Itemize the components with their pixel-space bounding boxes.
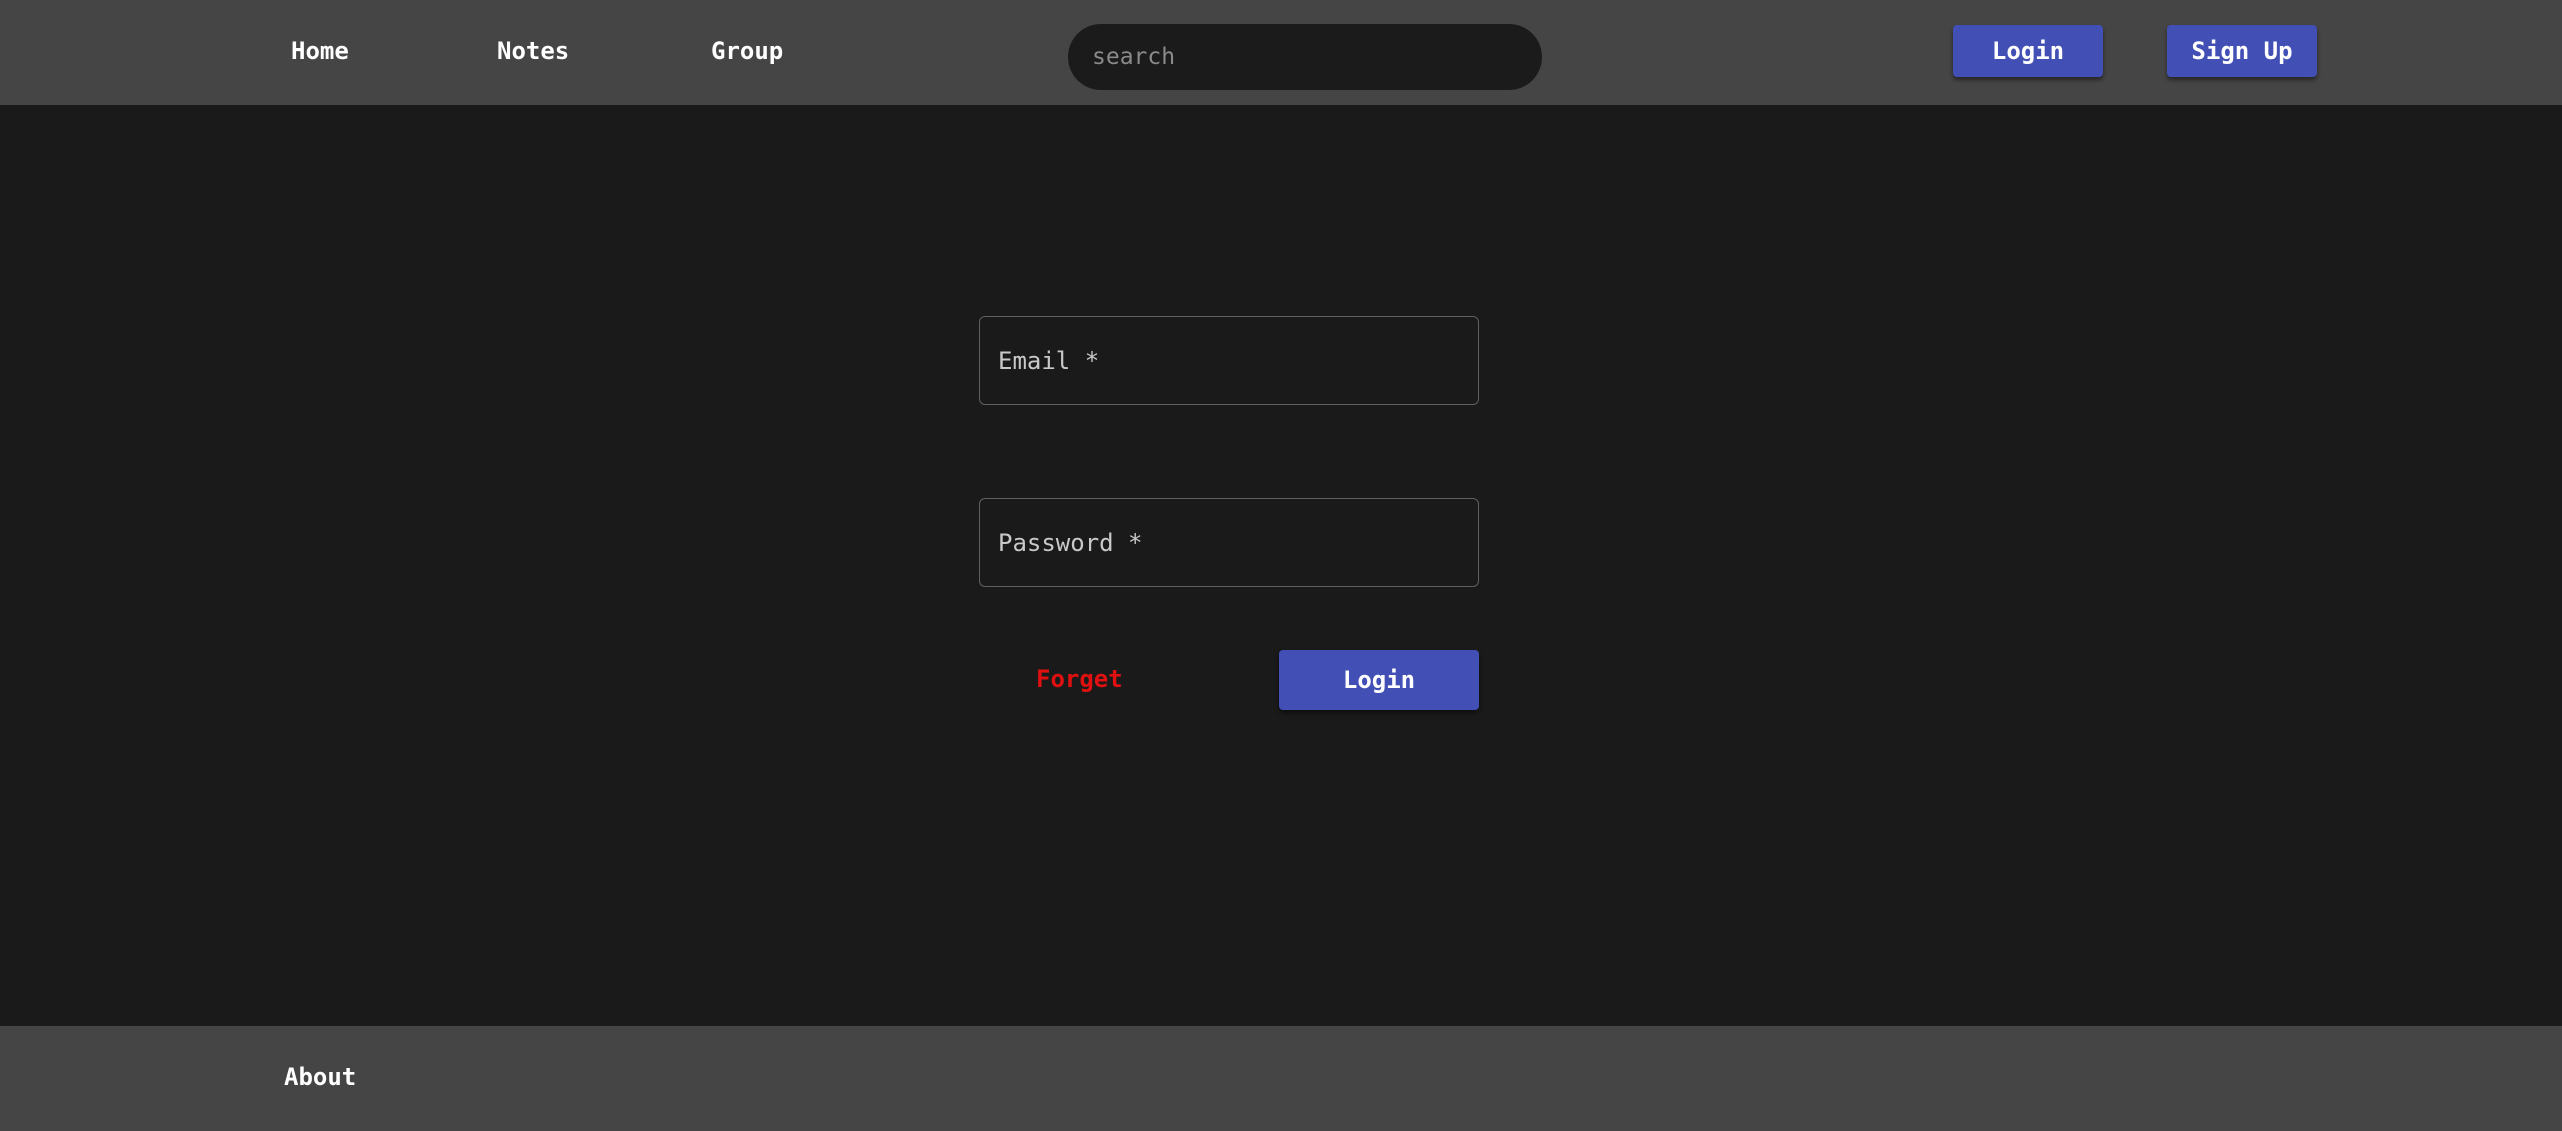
- password-field-label: Password *: [998, 529, 1143, 557]
- nav-link-home[interactable]: Home: [291, 32, 349, 70]
- footer: [0, 1026, 2562, 1131]
- forget-password-link[interactable]: Forget: [1036, 660, 1123, 698]
- page: Home Notes Group Login Sign Up Email * P…: [0, 0, 2562, 1131]
- search-input[interactable]: [1068, 24, 1542, 90]
- password-field[interactable]: Password *: [979, 498, 1479, 587]
- nav-link-group[interactable]: Group: [711, 32, 783, 70]
- email-field-label: Email *: [998, 347, 1100, 375]
- header-signup-button[interactable]: Sign Up: [2167, 25, 2317, 77]
- header-login-button[interactable]: Login: [1953, 25, 2103, 77]
- login-submit-button[interactable]: Login: [1279, 650, 1479, 710]
- nav-link-notes[interactable]: Notes: [497, 32, 569, 70]
- footer-about-link[interactable]: About: [284, 1058, 356, 1096]
- email-field[interactable]: Email *: [979, 316, 1479, 405]
